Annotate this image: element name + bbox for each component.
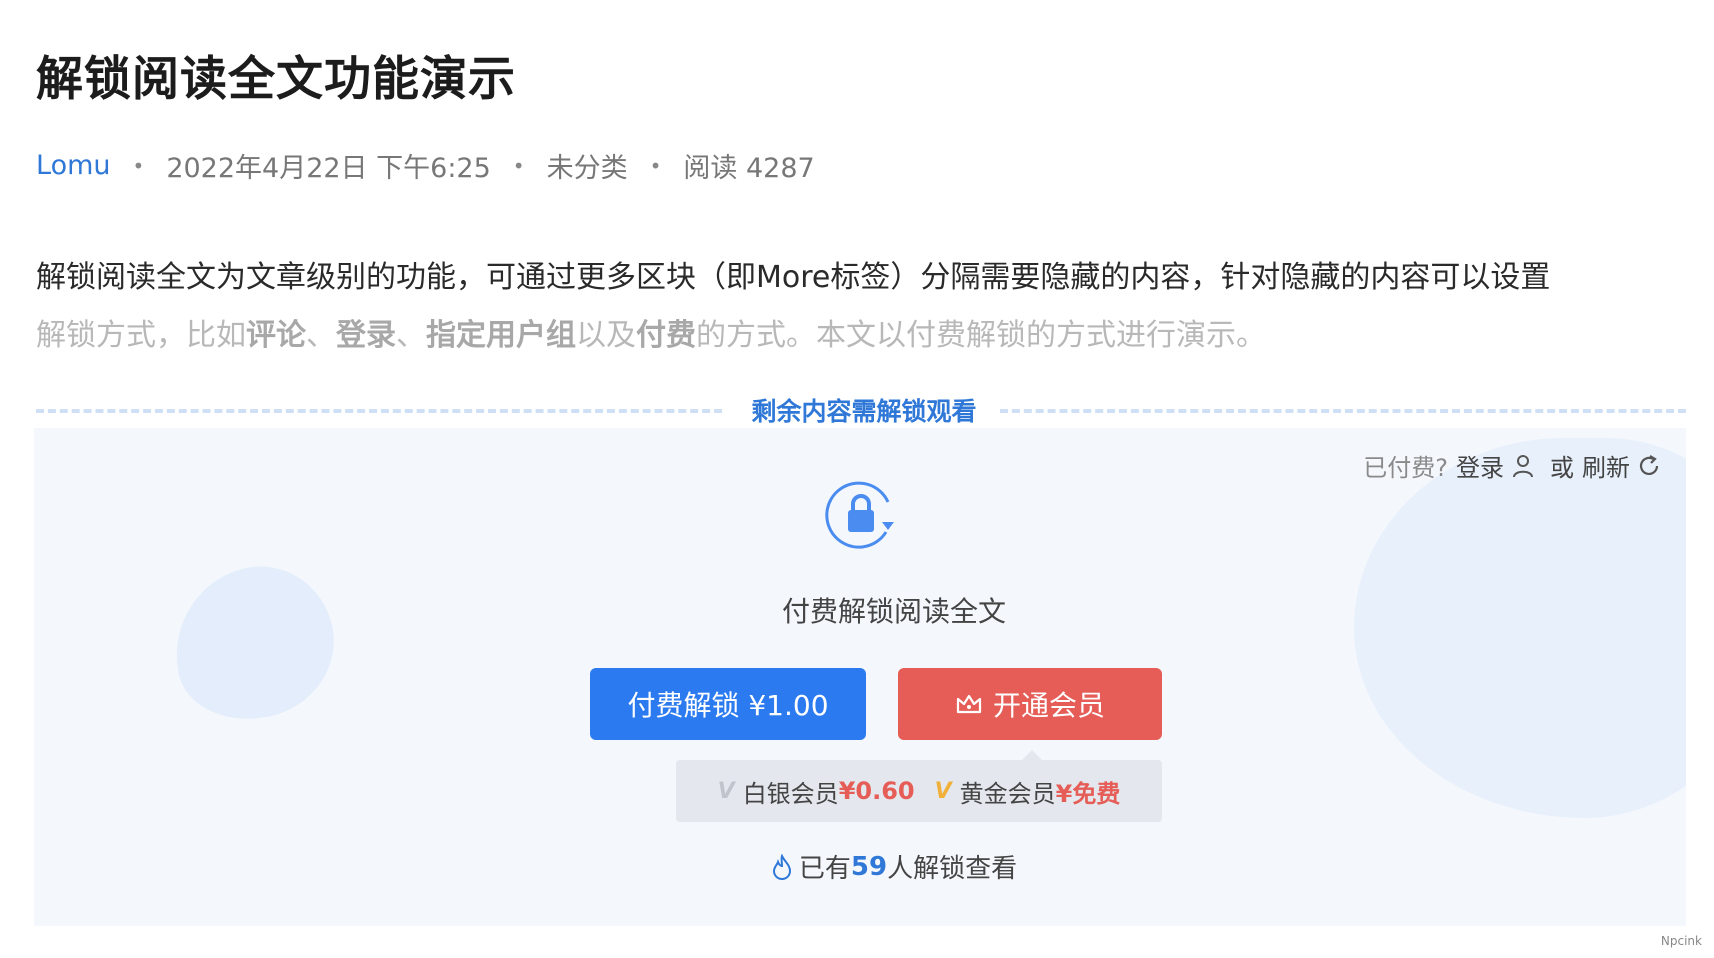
- decor-blob: [160, 553, 348, 733]
- vip-icon: V: [934, 778, 952, 804]
- separator-dot: •: [512, 153, 525, 178]
- refresh-link[interactable]: 刷新: [1582, 448, 1630, 483]
- method-usergroup: 指定用户组: [426, 318, 576, 353]
- divider-label: 剩余内容需解锁观看: [751, 397, 977, 426]
- unlock-prefix: 已有: [798, 854, 851, 884]
- decor-blob: [1354, 438, 1686, 818]
- category-link[interactable]: 未分类: [547, 146, 628, 185]
- tier-price: ¥0.60: [838, 777, 915, 805]
- unlock-suffix: 人解锁查看: [887, 854, 1018, 884]
- tier-silver: V 白银会员 ¥0.60: [718, 774, 915, 809]
- or-text: 或: [1550, 454, 1574, 482]
- method-pay: 付费: [636, 318, 696, 353]
- read-count: 阅读 4287: [683, 153, 815, 184]
- paywall-heading: 付费解锁阅读全文: [781, 595, 1006, 628]
- separator-dot: •: [649, 153, 662, 178]
- paywall-divider: 剩余内容需解锁观看: [36, 392, 1686, 428]
- article-meta: Lomu • 2022年4月22日 下午6:25 • 未分类 • 阅读 4287: [36, 146, 815, 185]
- crown-icon: [956, 694, 982, 714]
- login-link[interactable]: 登录: [1456, 448, 1504, 483]
- method-comment: 评论: [246, 318, 306, 353]
- lock-icon: [825, 481, 894, 549]
- paywall-panel: 已付费? 登录 或 刷新 付费解锁阅读全文 付费解锁 ¥1.00 开通会员 V …: [34, 428, 1686, 926]
- tier-gold: V 黄金会员 ¥免费: [935, 774, 1121, 809]
- pay-unlock-button[interactable]: 付费解锁 ¥1.00: [590, 668, 866, 740]
- publish-date: 2022年4月22日 下午6:25: [166, 153, 491, 184]
- flame-icon: [772, 853, 791, 880]
- refresh-icon[interactable]: [1636, 453, 1662, 479]
- separator-dot: •: [132, 153, 145, 178]
- tier-price: ¥免费: [1055, 779, 1121, 808]
- article-paragraph: 解锁阅读全文为文章级别的功能，可通过更多区块（即More标签）分隔需要隐藏的内容…: [36, 260, 1551, 295]
- tier-name: 黄金会员: [959, 779, 1056, 808]
- user-icon[interactable]: [1510, 453, 1536, 479]
- article-paragraph-faded: 解锁方式，比如评论、登录、指定用户组以及付费的方式。本文以付费解锁的方式进行演示…: [36, 318, 1266, 353]
- paid-prompt: 已付费?: [1363, 454, 1448, 482]
- article-title: 解锁阅读全文功能演示: [36, 52, 516, 107]
- divider-line-right: [1000, 409, 1686, 413]
- paid-login-bar: 已付费? 登录 或 刷新: [1363, 448, 1668, 483]
- divider-line-left: [36, 409, 722, 413]
- tier-name: 白银会员: [742, 779, 839, 808]
- open-membership-button[interactable]: 开通会员: [898, 668, 1162, 740]
- author-link[interactable]: Lomu: [36, 150, 111, 181]
- unlock-number: 59: [850, 851, 888, 882]
- unlock-count: 已有 59 人解锁查看: [664, 848, 1124, 885]
- watermark: Npcink: [1660, 934, 1702, 948]
- membership-label: 开通会员: [992, 689, 1105, 722]
- vip-icon: V: [717, 778, 735, 804]
- method-login: 登录: [336, 318, 396, 353]
- membership-prices: V 白银会员 ¥0.60 V 黄金会员 ¥免费: [676, 750, 1162, 822]
